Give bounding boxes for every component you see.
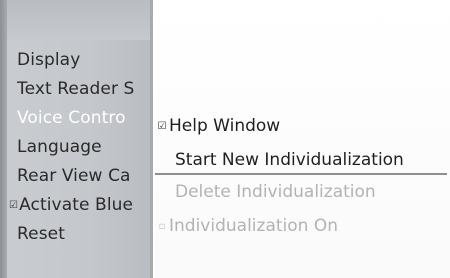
- menu-item-text-reader[interactable]: Text Reader S: [17, 76, 151, 102]
- menu-item-label: Text Reader S: [17, 79, 135, 99]
- menu-top-band: [0, 0, 153, 40]
- menu-item-label: Language: [17, 137, 102, 157]
- submenu-item-start-new-individualization[interactable]: Start New Individualization: [155, 145, 447, 175]
- menu-item-label: Reset: [17, 224, 65, 244]
- checkbox-unchecked-icon: ▫: [158, 221, 166, 232]
- checkbox-checked-icon: ☑: [9, 200, 19, 211]
- menu-item-reset[interactable]: Reset: [17, 221, 151, 247]
- submenu-item-label: Individualization On: [169, 216, 338, 236]
- checkbox-checked-icon: ☑: [157, 121, 167, 132]
- submenu-item-label: Start New Individualization: [175, 150, 404, 170]
- submenu-item-help-window[interactable]: ☑ Help Window: [155, 111, 447, 141]
- menu-item-activate-bluetooth[interactable]: ☑Activate Blue: [9, 192, 151, 218]
- menu-item-label: Display: [17, 50, 81, 70]
- menu-item-label: Rear View Ca: [17, 166, 131, 186]
- submenu-item-label: Delete Individualization: [175, 182, 376, 202]
- menu-item-rear-view-camera[interactable]: Rear View Ca: [17, 163, 151, 189]
- menu-item-display[interactable]: Display: [17, 47, 151, 73]
- menu-item-label: Voice Contro: [17, 108, 126, 128]
- menu-item-language[interactable]: Language: [17, 134, 151, 160]
- settings-menu-panel: Display Text Reader S Voice Contro Langu…: [0, 0, 153, 278]
- menu-item-label: Activate Blue: [19, 195, 134, 215]
- menu-item-voice-control[interactable]: Voice Contro: [17, 105, 151, 131]
- submenu-item-individualization-on[interactable]: ▫ Individualization On: [155, 211, 447, 241]
- submenu-item-delete-individualization[interactable]: Delete Individualization: [155, 177, 447, 207]
- menu-left-edge: [0, 0, 7, 278]
- submenu-item-label: Help Window: [169, 116, 281, 136]
- voice-control-submenu: ☑ Help Window Start New Individualization…: [155, 0, 450, 278]
